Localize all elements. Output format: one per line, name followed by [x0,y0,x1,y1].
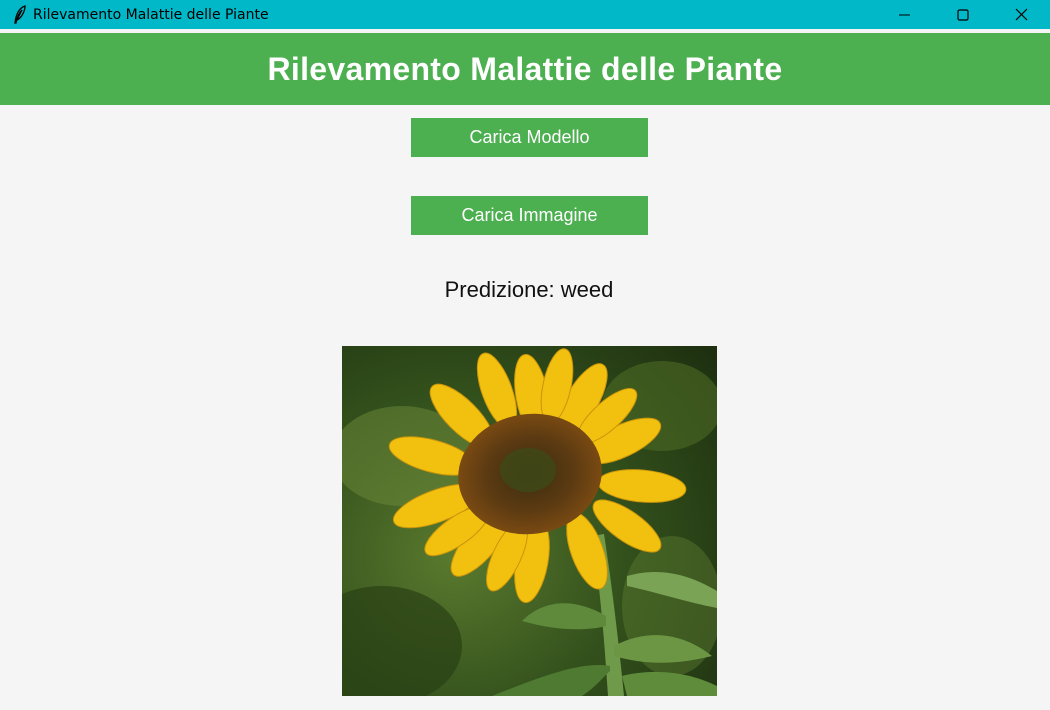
maximize-button[interactable] [934,0,992,29]
prediction-label: Predizione: weed [444,277,614,302]
page-title: Rilevamento Malattie delle Piante [267,50,783,87]
window-titlebar: Rilevamento Malattie delle Piante [0,0,1050,29]
load-model-button[interactable]: Carica Modello [411,118,648,157]
app-header: Rilevamento Malattie delle Piante [0,33,1050,105]
load-image-button[interactable]: Carica Immagine [411,196,648,235]
maximize-icon [957,8,969,21]
minimize-icon [899,14,910,15]
window-controls [876,0,1050,29]
window-title: Rilevamento Malattie delle Piante [33,6,269,23]
minimize-button[interactable] [876,0,934,29]
uploaded-image [342,346,717,696]
close-icon [1015,8,1027,21]
close-button[interactable] [992,0,1050,29]
feather-icon [9,0,31,29]
